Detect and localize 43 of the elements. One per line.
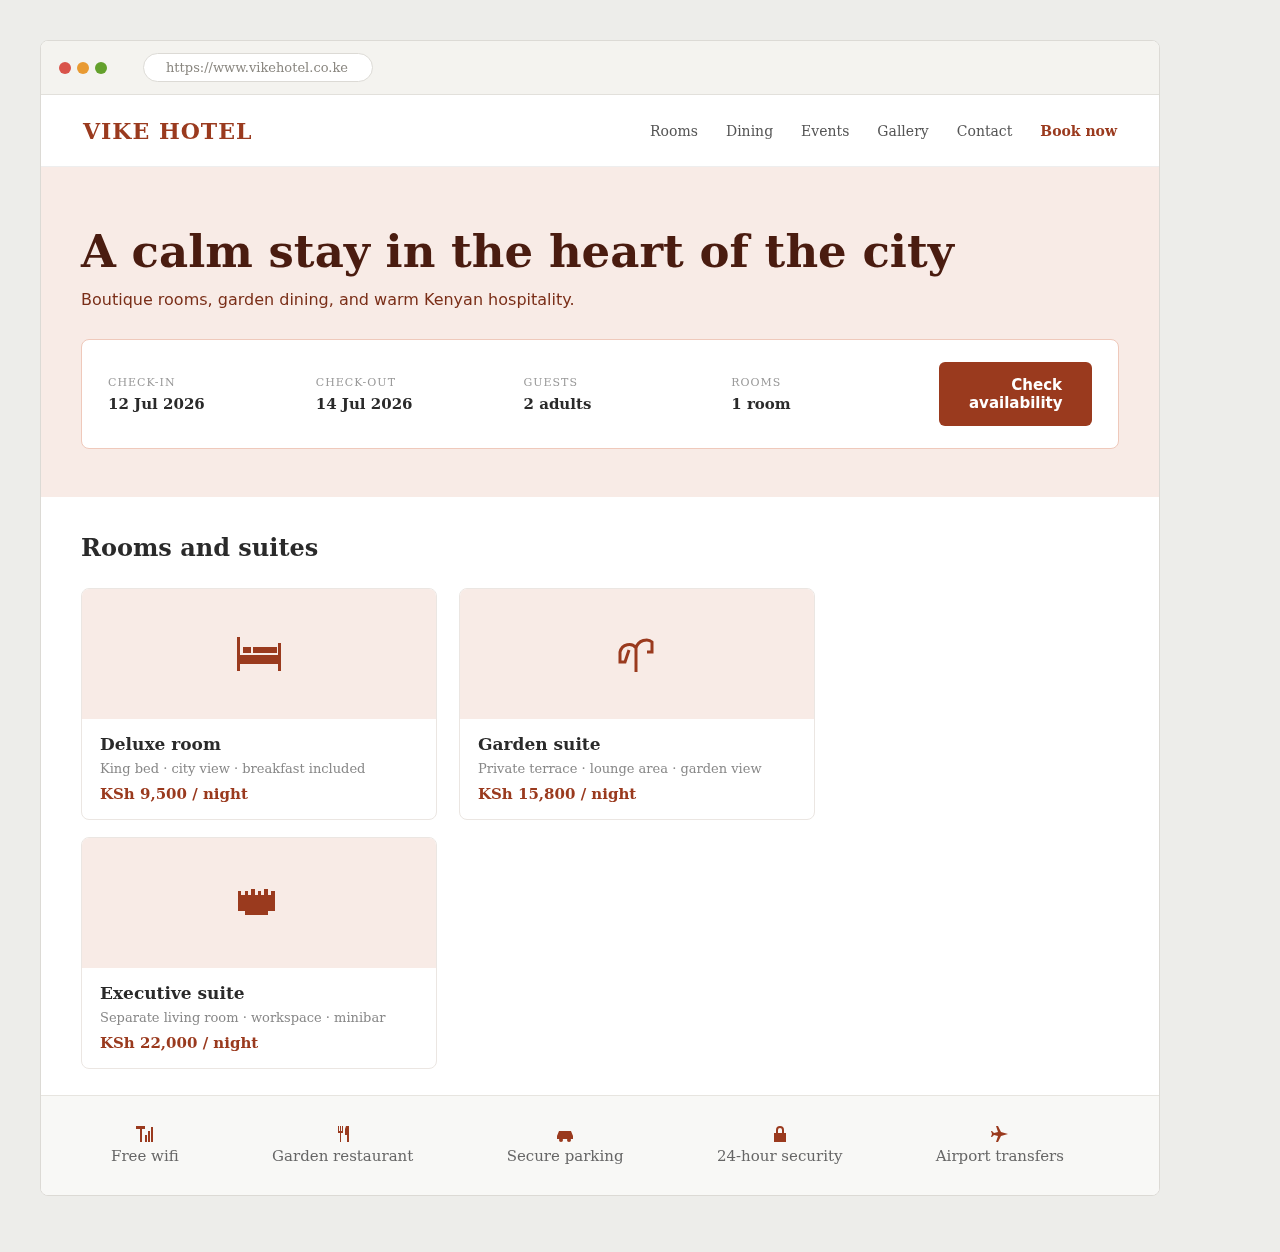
room-price: KSh 9,500 / night <box>100 785 249 803</box>
hero-title: A calm stay in the heart of the city <box>81 225 956 278</box>
field-label: CHECK-OUT <box>315 375 397 389</box>
room-name: Garden suite <box>478 734 602 754</box>
field-value[interactable]: 2 adults <box>523 394 732 413</box>
nav-link[interactable]: Contact <box>956 122 1013 139</box>
room-name: Executive suite <box>100 983 246 1003</box>
check-availability-button[interactable]: Check availability <box>939 362 1092 426</box>
nav-link[interactable]: Dining <box>725 122 774 139</box>
book-now-link[interactable]: Book now <box>1040 122 1117 139</box>
room-details: Private terrace · lounge area · garden view <box>478 761 763 776</box>
amenity-label: Garden restaurant <box>272 1147 414 1165</box>
amenity-label: 24-hour security <box>716 1147 843 1165</box>
field-label: ROOMS <box>731 375 783 389</box>
field-value[interactable]: 14 Jul 2026 <box>315 394 524 413</box>
field-label: CHECK-IN <box>108 375 177 389</box>
room-details: Separate living room · workspace · minibar <box>100 1010 387 1025</box>
section-heading: Rooms and suites <box>81 533 320 562</box>
nav-link[interactable]: Rooms <box>650 122 698 139</box>
amenity-label: Airport transfers <box>935 1147 1064 1165</box>
address-bar[interactable]: https://www.vikehotel.co.ke <box>143 53 373 82</box>
room-card[interactable]: Garden suite Private terrace · lounge area · garden view KSh 15,800 / night <box>459 588 815 820</box>
amenity-label: Secure parking <box>506 1147 624 1165</box>
room-card[interactable]: Deluxe room King bed · city view · breakfast included KSh 9,500 / night <box>81 588 437 820</box>
room-name: Deluxe room <box>100 734 222 754</box>
room-details: King bed · city view · breakfast included <box>100 761 367 776</box>
field-value[interactable]: 12 Jul 2026 <box>108 394 316 413</box>
field-value[interactable]: 1 room <box>731 394 939 413</box>
hero-subtitle: Boutique rooms, garden dining, and warm Kenyan hospitality. <box>81 290 576 309</box>
logo[interactable]: VIKE HOTEL <box>83 117 253 144</box>
maximize-dot[interactable] <box>95 61 107 74</box>
airplane-icon <box>990 1126 1009 1142</box>
nav-link[interactable]: Events <box>801 122 850 139</box>
nav-link[interactable]: Gallery <box>877 122 929 139</box>
amenity-label: Free wifi <box>111 1147 179 1165</box>
room-price: KSh 15,800 / night <box>478 785 638 803</box>
room-price: KSh 22,000 / night <box>100 1034 260 1052</box>
close-dot[interactable] <box>59 61 71 74</box>
signal-icon <box>135 1126 154 1142</box>
field-label: GUESTS <box>523 375 579 389</box>
minimize-dot[interactable] <box>77 61 89 74</box>
room-card[interactable]: Executive suite Separate living room · workspace · minibar KSh 22,000 / night <box>81 837 437 1069</box>
bed-icon <box>237 637 281 671</box>
